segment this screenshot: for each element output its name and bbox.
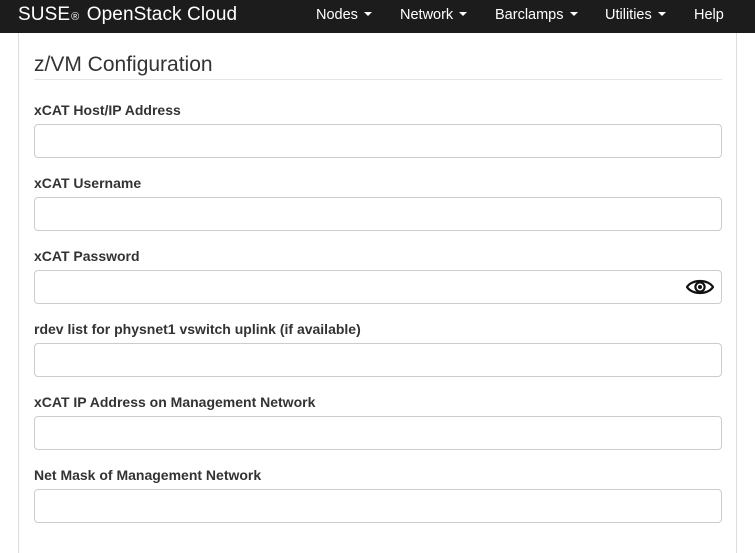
- nav-network-menu[interactable]: Network: [400, 7, 468, 23]
- nav-help-label: Help: [694, 7, 724, 23]
- mgmt-netmask-input[interactable]: [34, 489, 722, 523]
- mgmt-netmask-label: Net Mask of Management Network: [34, 467, 262, 483]
- brand-product: OpenStack Cloud: [86, 4, 238, 25]
- nav-network-label: Network: [400, 7, 454, 23]
- chevron-down-icon: [363, 12, 372, 16]
- nav-barclamps-label: Barclamps: [495, 7, 564, 23]
- xcat-username-label: xCAT Username: [34, 175, 142, 191]
- nav-utilities-menu[interactable]: Utilities: [605, 7, 666, 23]
- section-divider: [34, 79, 722, 80]
- eye-icon: [685, 279, 715, 295]
- chevron-down-icon: [569, 12, 578, 16]
- xcat-mgmt-ip-label: xCAT IP Address on Management Network: [34, 394, 316, 410]
- chevron-down-icon: [657, 12, 666, 16]
- rdev-list-label: rdev list for physnet1 vswitch uplink (i…: [34, 321, 361, 337]
- top-navbar: SUSE® OpenStack Cloud Nodes Network Barc…: [0, 0, 755, 33]
- nav-help-link[interactable]: Help: [694, 7, 724, 23]
- nav-nodes-label: Nodes: [316, 7, 358, 23]
- brand-name: SUSE: [18, 4, 71, 25]
- xcat-host-label: xCAT Host/IP Address: [34, 102, 181, 118]
- xcat-password-input[interactable]: [34, 270, 722, 304]
- nav-barclamps-menu[interactable]: Barclamps: [495, 7, 578, 23]
- show-password-toggle[interactable]: [684, 276, 716, 298]
- nav-nodes-menu[interactable]: Nodes: [316, 7, 372, 23]
- nav-utilities-label: Utilities: [605, 7, 652, 23]
- xcat-host-input[interactable]: [34, 124, 722, 158]
- xcat-mgmt-ip-input[interactable]: [34, 416, 722, 450]
- rdev-list-input[interactable]: [34, 343, 722, 377]
- xcat-password-label: xCAT Password: [34, 248, 140, 264]
- chevron-down-icon: [459, 12, 468, 16]
- brand-registered-mark: ®: [71, 11, 80, 23]
- xcat-username-input[interactable]: [34, 197, 722, 231]
- brand-logo[interactable]: SUSE® OpenStack Cloud: [18, 4, 237, 26]
- section-title: z/VM Configuration: [34, 53, 213, 76]
